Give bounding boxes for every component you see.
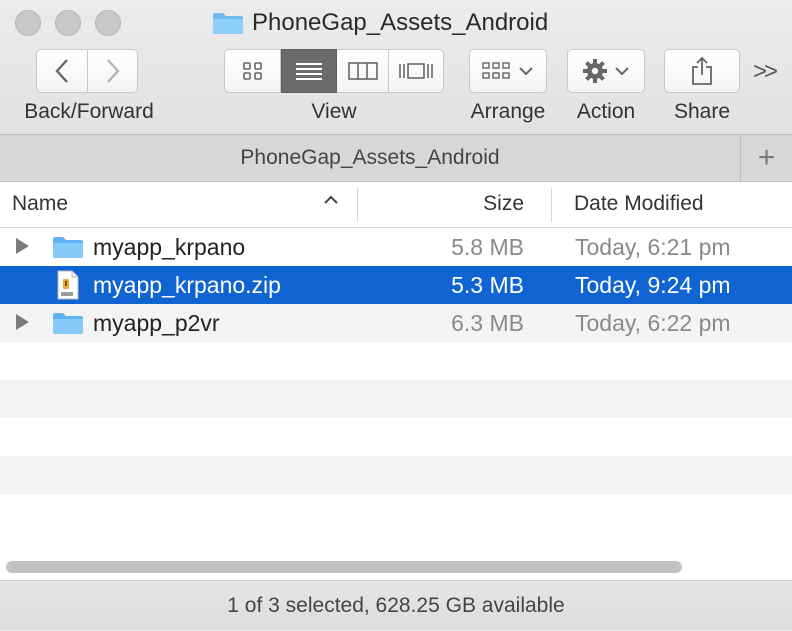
cover-flow-view-button[interactable] — [389, 49, 444, 93]
share-icon — [692, 56, 712, 85]
share-label: Share — [673, 100, 731, 123]
folder-icon — [53, 313, 83, 334]
file-list: myapp_krpano 5.8 MB Today, 6:21 pm myapp… — [0, 228, 792, 552]
file-name: myapp_p2vr — [93, 310, 220, 336]
empty-row — [0, 342, 792, 380]
file-size: 5.8 MB — [451, 234, 524, 260]
file-size: 5.3 MB — [451, 272, 524, 298]
file-row-myapp-p2vr[interactable]: myapp_p2vr 6.3 MB Today, 6:22 pm — [0, 304, 792, 342]
zip-archive-icon — [57, 270, 79, 300]
arrange-grid-icon — [482, 62, 510, 79]
column-view-button[interactable] — [337, 49, 389, 93]
scrollbar-thumb[interactable] — [6, 561, 682, 573]
action-button[interactable] — [567, 49, 645, 93]
empty-row — [0, 418, 792, 456]
size-column-header[interactable]: Size — [460, 192, 524, 216]
icon-grid-icon — [242, 62, 262, 80]
more-toolbar-items-button[interactable]: >> — [753, 58, 778, 86]
list-view-button[interactable] — [281, 49, 337, 93]
file-date-modified: Today, 9:24 pm — [575, 272, 731, 298]
sort-ascending-icon — [324, 195, 338, 204]
gear-icon — [583, 59, 607, 83]
column-divider[interactable] — [551, 188, 552, 222]
tab-current-folder[interactable]: PhoneGap_Assets_Android — [0, 135, 740, 181]
minimize-window-button[interactable] — [55, 10, 81, 36]
column-header: Name Size Date Modified — [0, 182, 792, 228]
list-icon — [296, 63, 322, 80]
icon-view-button[interactable] — [224, 49, 281, 93]
finder-window: PhoneGap_Assets_Android Back/Forward Vie… — [0, 0, 792, 630]
file-size: 6.3 MB — [451, 310, 524, 336]
status-bar: 1 of 3 selected, 628.25 GB available — [0, 580, 792, 630]
disclosure-triangle-icon[interactable] — [16, 238, 29, 254]
close-window-button[interactable] — [15, 10, 41, 36]
forward-button[interactable] — [88, 49, 138, 93]
action-label: Action — [576, 100, 636, 123]
chevron-right-icon — [106, 59, 120, 83]
column-divider[interactable] — [357, 188, 358, 222]
empty-row — [0, 380, 792, 418]
zoom-window-button[interactable] — [95, 10, 121, 36]
add-tab-button[interactable]: + — [740, 135, 792, 181]
toolbar: PhoneGap_Assets_Android Back/Forward Vie… — [0, 0, 792, 134]
window-title: PhoneGap_Assets_Android — [212, 8, 548, 38]
date-modified-column-header[interactable]: Date Modified — [574, 192, 704, 216]
chevron-down-icon — [615, 67, 629, 76]
name-column-header[interactable]: Name — [12, 192, 68, 216]
empty-row — [0, 494, 792, 532]
chevron-left-icon — [55, 59, 68, 83]
horizontal-scrollbar[interactable] — [0, 552, 792, 580]
arrange-button[interactable] — [469, 49, 547, 93]
disclosure-triangle-icon[interactable] — [16, 314, 29, 330]
cover-flow-icon — [399, 63, 433, 79]
folder-icon — [53, 237, 83, 258]
chevron-down-icon — [519, 67, 533, 76]
back-button[interactable] — [36, 49, 88, 93]
back-forward-label: Back/Forward — [24, 100, 154, 123]
empty-row — [0, 456, 792, 494]
view-label: View — [311, 100, 357, 123]
file-date-modified: Today, 6:22 pm — [575, 310, 731, 336]
tab-bar: PhoneGap_Assets_Android + — [0, 134, 792, 182]
columns-icon — [347, 62, 378, 80]
file-row-myapp-krpano[interactable]: myapp_krpano 5.8 MB Today, 6:21 pm — [0, 228, 792, 266]
file-row-myapp-krpano-zip[interactable]: myapp_krpano.zip 5.3 MB Today, 9:24 pm — [0, 266, 792, 304]
file-name: myapp_krpano — [93, 234, 246, 260]
window-title-text: PhoneGap_Assets_Android — [252, 9, 549, 36]
share-button[interactable] — [664, 49, 740, 93]
folder-icon — [213, 13, 243, 34]
file-date-modified: Today, 6:21 pm — [575, 234, 731, 260]
file-name: myapp_krpano.zip — [93, 272, 281, 298]
arrange-label: Arrange — [470, 100, 546, 123]
